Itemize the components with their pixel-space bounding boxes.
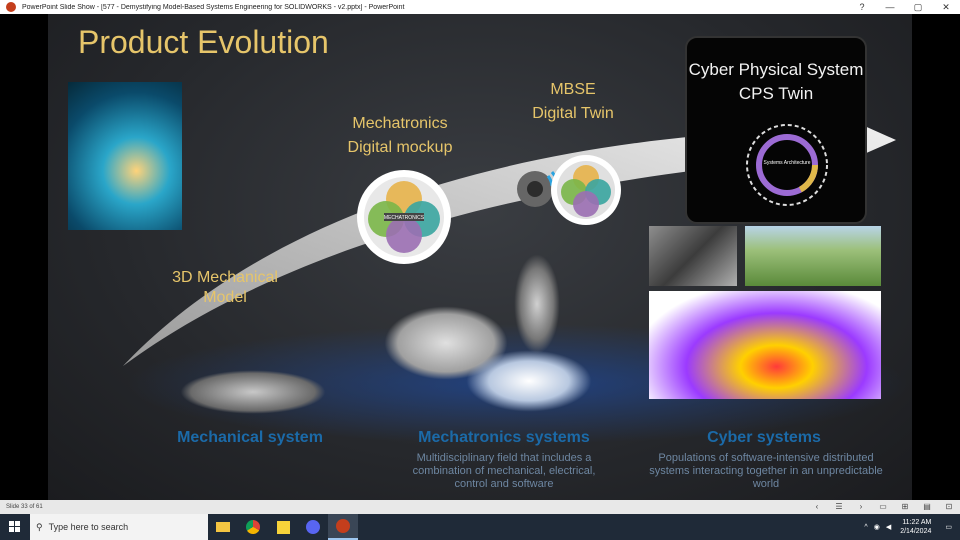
robot-image	[514, 254, 560, 354]
windows-icon	[9, 521, 20, 532]
network-icon[interactable]: ◉	[871, 523, 883, 531]
mechatronics-systems-title: Mechatronics systems	[418, 429, 590, 446]
volume-icon[interactable]: ◀	[883, 523, 894, 531]
label-mechatronics-line2: Digital mockup	[347, 139, 453, 156]
traffic-simulation-image	[745, 226, 881, 286]
file-explorer-button[interactable]	[208, 514, 238, 540]
folder-icon	[216, 522, 230, 532]
start-button[interactable]	[0, 514, 30, 540]
label-mechatronics-line1: Mechatronics	[352, 115, 448, 132]
chrome-button[interactable]	[238, 514, 268, 540]
slide-sorter-button[interactable]: ⊞	[894, 500, 916, 514]
cps-center-label: Systems Architecture	[764, 160, 811, 166]
mechanical-system-title: Mechanical system	[177, 429, 323, 446]
menu-button[interactable]: ☰	[828, 500, 850, 514]
aerial-city-image	[649, 226, 737, 286]
cyber-systems-title: Cyber systems	[707, 429, 821, 446]
search-icon: ⚲	[36, 521, 43, 532]
window-title: PowerPoint Slide Show - [577 - Demystify…	[22, 3, 405, 11]
label-3d-mechanical-model: 3D Mechanical Model	[172, 269, 278, 306]
taskbar-search-input[interactable]: ⚲ Type here to search	[30, 514, 208, 540]
label-cps-line2: CPS Twin	[738, 84, 814, 103]
slideshow-statusbar: Slide 33 of 61 ‹ ☰ › ▭ ⊞ ▤ ⊡	[0, 500, 960, 514]
powerpoint-taskbar-button[interactable]	[328, 514, 358, 540]
normal-view-button[interactable]: ▭	[872, 500, 894, 514]
previous-slide-button[interactable]: ‹	[806, 500, 828, 514]
powerpoint-taskbar-icon	[336, 519, 350, 533]
mechatronics-systems-desc: Multidisciplinary field that includes a …	[412, 452, 596, 490]
search-placeholder: Type here to search	[48, 522, 129, 532]
maximize-button[interactable]: ▢	[904, 2, 932, 13]
window-titlebar: PowerPoint Slide Show - [577 - Demystify…	[0, 0, 960, 14]
minimize-button[interactable]: —	[876, 2, 904, 12]
cps-architecture-diagram: Systems Architecture	[746, 124, 828, 206]
help-icon[interactable]: ?	[848, 2, 876, 12]
taskbar-clock[interactable]: 11:22 AM 2/14/2024	[894, 518, 937, 536]
system-tray: ^ ◉ ◀ 11:22 AM 2/14/2024 ▭	[861, 514, 960, 540]
circuit-city-image	[68, 82, 182, 230]
mechatronics-diagram: MECHATRONICS	[357, 170, 451, 264]
next-slide-button[interactable]: ›	[850, 500, 872, 514]
slideshow-view-button[interactable]: ⊡	[938, 500, 960, 514]
windows-taskbar: ⚲ Type here to search ^ ◉ ◀ 11:22 AM 2/1…	[0, 514, 960, 540]
slide-number: Slide 33 of 61	[6, 504, 43, 510]
powerpoint-icon	[6, 2, 16, 12]
chrome-icon	[246, 520, 260, 534]
reading-view-button[interactable]: ▤	[916, 500, 938, 514]
sticky-notes-icon	[276, 520, 290, 534]
label-mbse-line1: MBSE	[550, 81, 596, 98]
notifications-icon[interactable]: ▭	[937, 523, 960, 531]
discord-icon	[306, 520, 320, 534]
discord-button[interactable]	[298, 514, 328, 540]
car-chassis-image	[180, 370, 326, 414]
tray-chevron-icon[interactable]: ^	[861, 524, 870, 531]
diagram-center-label: MECHATRONICS	[384, 215, 425, 221]
mbse-diagram	[551, 155, 621, 225]
label-mbse-line2: Digital Twin	[532, 105, 614, 122]
label-cps-line1: Cyber Physical System	[688, 60, 864, 79]
lidar-point-cloud-image	[649, 291, 881, 399]
slide-canvas[interactable]: Product Evolution MECHATRONICS Systems A…	[48, 14, 912, 500]
slide-title: Product Evolution	[78, 24, 329, 60]
clock-date: 2/14/2024	[900, 528, 932, 535]
sticky-notes-button[interactable]	[268, 514, 298, 540]
airliner-image	[466, 350, 592, 412]
cyber-systems-desc: Populations of software-intensive distri…	[649, 452, 883, 490]
clock-time: 11:22 AM	[902, 519, 932, 526]
close-button[interactable]: ✕	[932, 2, 960, 13]
